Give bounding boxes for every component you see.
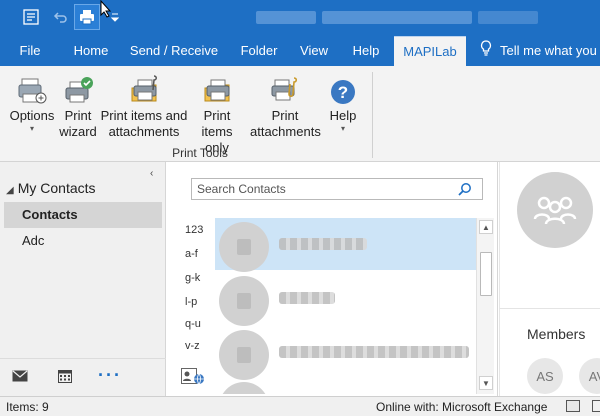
undo-icon[interactable] — [48, 4, 74, 30]
divider — [499, 308, 600, 309]
group-avatar-icon — [517, 172, 593, 248]
tab-home[interactable]: Home — [66, 36, 116, 66]
alpha-index-123[interactable]: 123 — [185, 224, 203, 236]
help-icon: ? — [322, 72, 364, 106]
tab-send-receive[interactable]: Send / Receive — [124, 36, 224, 66]
print-wizard-button[interactable]: Print wizard — [56, 72, 100, 140]
help-label: Help — [329, 108, 357, 123]
ribbon-tab-bar: File Home Send / Receive Folder View Hel… — [0, 36, 600, 66]
lightbulb-icon — [480, 37, 492, 67]
contact-list-pane: 123 a-f g-k l-p q-u v-z ▲ ▼ — [167, 162, 498, 396]
expand-triangle-icon: ◢ — [6, 185, 14, 196]
print-items-attachments-icon — [100, 72, 188, 106]
collapse-pane-icon[interactable]: ‹ — [150, 168, 153, 179]
nav-item-contacts[interactable]: Contacts — [4, 202, 162, 228]
reading-view-icon[interactable] — [592, 400, 600, 412]
pane-divider — [499, 162, 500, 396]
tab-file[interactable]: File — [8, 36, 52, 66]
print-attachments-icon — [250, 72, 320, 106]
contact-row[interactable] — [215, 218, 476, 272]
contact-avatar — [219, 330, 269, 380]
search-contacts-box[interactable] — [191, 178, 483, 200]
nav-item-adc[interactable]: Adc — [4, 228, 162, 254]
ribbon: Options ▾ Print wizard Print items and a… — [0, 66, 600, 162]
contact-avatar — [219, 222, 269, 272]
options-label: Options — [9, 108, 55, 123]
print-items-attachments-button[interactable]: Print items and attachments — [100, 72, 188, 140]
chevron-down-icon: ▾ — [29, 124, 34, 133]
more-modules-icon[interactable]: ··· — [98, 365, 122, 386]
window-title-blurred — [322, 11, 472, 24]
print-items-only-button[interactable]: Print items only — [188, 72, 246, 156]
send-receive-icon[interactable] — [18, 4, 44, 30]
search-icon[interactable] — [458, 182, 472, 199]
ribbon-group-label: Print Tools — [172, 146, 228, 160]
alpha-index-g-k[interactable]: g-k — [185, 272, 200, 284]
contact-name-blurred — [279, 292, 335, 304]
contact-row[interactable] — [215, 272, 476, 326]
tab-view[interactable]: View — [294, 36, 334, 66]
tab-folder[interactable]: Folder — [232, 36, 286, 66]
options-icon — [6, 72, 58, 106]
scroll-thumb[interactable] — [480, 252, 492, 296]
tell-me-search[interactable]: Tell me what you — [480, 36, 597, 66]
print-attachments-button[interactable]: Print attachments — [250, 72, 321, 140]
mouse-cursor-icon — [100, 0, 112, 21]
print-attachments-label: Print attachments — [250, 108, 321, 139]
contact-list-scrollbar[interactable]: ▲ ▼ — [476, 218, 494, 394]
contact-name-blurred — [279, 346, 469, 358]
alpha-index-l-p[interactable]: l-p — [185, 296, 197, 308]
alpha-index-v-z[interactable]: v-z — [185, 340, 200, 352]
folder-pane: ‹ ◢ My Contacts Contacts Adc ··· — [0, 162, 166, 396]
member-avatar[interactable]: AV — [579, 358, 600, 394]
print-icon[interactable] — [74, 4, 100, 30]
status-bar: Items: 9 Online with: Microsoft Exchange — [0, 396, 600, 416]
window-title-blurred — [256, 11, 316, 24]
nav-header-label: My Contacts — [17, 180, 96, 196]
scroll-down-icon[interactable]: ▼ — [479, 376, 493, 390]
alpha-index-a-f[interactable]: a-f — [185, 248, 198, 260]
contact-avatar — [219, 382, 269, 394]
search-input[interactable] — [192, 179, 452, 199]
print-wizard-icon — [56, 72, 100, 106]
scroll-up-icon[interactable]: ▲ — [479, 220, 493, 234]
title-bar — [0, 0, 600, 36]
tab-help[interactable]: Help — [344, 36, 388, 66]
module-switcher: ··· — [0, 358, 166, 396]
print-wizard-label: Print wizard — [59, 108, 97, 139]
print-items-attachments-label: Print items and attachments — [100, 108, 188, 139]
member-avatar[interactable]: AS — [527, 358, 563, 394]
contact-detail-pane: Members AS AV — [499, 162, 600, 396]
ribbon-group-separator — [372, 72, 373, 158]
normal-view-icon[interactable] — [566, 400, 580, 412]
print-items-only-icon — [188, 72, 246, 106]
item-count: Items: 9 — [6, 400, 49, 414]
contact-name-blurred — [279, 238, 367, 250]
members-heading: Members — [527, 326, 586, 342]
my-contacts-header[interactable]: ◢ My Contacts — [6, 180, 96, 196]
chevron-down-icon: ▾ — [340, 124, 345, 133]
options-button[interactable]: Options ▾ — [6, 72, 58, 134]
tab-mapilab[interactable]: MAPILab — [394, 36, 466, 66]
window-title-blurred — [478, 11, 538, 24]
mail-icon[interactable] — [12, 369, 28, 386]
contact-group-icon[interactable] — [181, 368, 205, 389]
tell-me-text: Tell me what you — [500, 43, 597, 58]
help-button[interactable]: ? Help ▾ — [322, 72, 364, 134]
contact-avatar — [219, 276, 269, 326]
contact-row[interactable] — [215, 378, 476, 394]
contact-row[interactable] — [215, 326, 476, 380]
svg-text:?: ? — [338, 83, 348, 102]
connection-status: Online with: Microsoft Exchange — [376, 400, 548, 414]
alpha-index-q-u[interactable]: q-u — [185, 318, 201, 330]
calendar-icon[interactable] — [58, 369, 72, 386]
